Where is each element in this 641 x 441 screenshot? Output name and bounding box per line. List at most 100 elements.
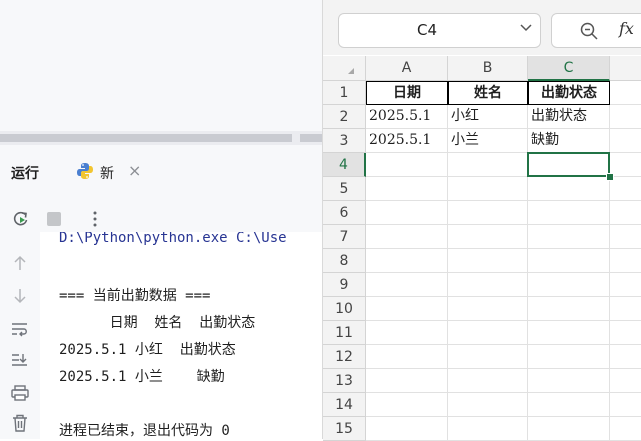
cell-a6[interactable] xyxy=(366,201,448,225)
cell-d14[interactable] xyxy=(610,393,641,417)
cell-a8[interactable] xyxy=(366,249,448,273)
row-header-9[interactable]: 9 xyxy=(323,273,366,297)
cell-a5[interactable] xyxy=(366,177,448,201)
row-header-4[interactable]: 4 xyxy=(323,153,366,177)
cell-b9[interactable] xyxy=(448,273,528,297)
scroll-to-end-button[interactable] xyxy=(9,349,31,371)
cell-c5[interactable] xyxy=(528,177,610,201)
cell-c13[interactable] xyxy=(528,369,610,393)
cell-c7[interactable] xyxy=(528,225,610,249)
cell-a13[interactable] xyxy=(366,369,448,393)
cell-a10[interactable] xyxy=(366,297,448,321)
row-header-15[interactable]: 15 xyxy=(323,417,366,441)
row-header-13[interactable]: 13 xyxy=(323,369,366,393)
cell-b13[interactable] xyxy=(448,369,528,393)
cell-a14[interactable] xyxy=(366,393,448,417)
insert-function-button[interactable]: fx xyxy=(619,19,634,38)
row-header-7[interactable]: 7 xyxy=(323,225,366,249)
name-box[interactable]: C4 xyxy=(338,13,541,48)
row-header-10[interactable]: 10 xyxy=(323,297,366,321)
print-button[interactable] xyxy=(9,382,31,404)
cell-c1[interactable]: 出勤状态 xyxy=(528,81,610,105)
cell-d2[interactable] xyxy=(610,105,641,129)
column-header-c[interactable]: C xyxy=(528,56,610,81)
cell-a15[interactable] xyxy=(366,417,448,441)
cell-d1[interactable] xyxy=(610,81,641,105)
cell-d4[interactable] xyxy=(610,153,641,177)
cell-b4[interactable] xyxy=(448,153,528,177)
cell-b8[interactable] xyxy=(448,249,528,273)
cell-c3[interactable]: 缺勤 xyxy=(528,129,610,153)
cell-d7[interactable] xyxy=(610,225,641,249)
row-header-2[interactable]: 2 xyxy=(323,105,366,129)
cell-grid[interactable]: A B C 1 日期 姓名 出勤状态 2 2025.5.1 小红 出勤状态 3 2025.5.1 小兰 缺勤… xyxy=(323,56,641,441)
cell-a4[interactable] xyxy=(366,153,448,177)
fill-handle[interactable] xyxy=(606,173,614,181)
cell-a11[interactable] xyxy=(366,321,448,345)
cell-a1[interactable]: 日期 xyxy=(366,81,448,105)
row-header-12[interactable]: 12 xyxy=(323,345,366,369)
cell-b12[interactable] xyxy=(448,345,528,369)
cell-b1[interactable]: 姓名 xyxy=(448,81,528,105)
horizontal-scrollbar[interactable] xyxy=(0,131,322,145)
row-header-5[interactable]: 5 xyxy=(323,177,366,201)
cell-a9[interactable] xyxy=(366,273,448,297)
cell-a3[interactable]: 2025.5.1 xyxy=(366,129,448,153)
cell-c12[interactable] xyxy=(528,345,610,369)
console-output[interactable]: D:\Python\python.exe C:\Use === 当前出勤数据 =… xyxy=(40,232,322,439)
run-tab[interactable]: 新 × xyxy=(62,152,158,190)
row-header-14[interactable]: 14 xyxy=(323,393,366,417)
scrollbar-thumb-secondary[interactable] xyxy=(300,134,322,142)
cell-d9[interactable] xyxy=(610,273,641,297)
cell-d10[interactable] xyxy=(610,297,641,321)
rerun-button[interactable] xyxy=(10,208,32,230)
cell-d5[interactable] xyxy=(610,177,641,201)
cell-a12[interactable] xyxy=(366,345,448,369)
cell-b2[interactable]: 小红 xyxy=(448,105,528,129)
close-icon[interactable]: × xyxy=(128,161,141,180)
zoom-icon[interactable] xyxy=(580,22,598,40)
cell-b15[interactable] xyxy=(448,417,528,441)
cell-c11[interactable] xyxy=(528,321,610,345)
cell-d3[interactable] xyxy=(610,129,641,153)
column-header-a[interactable]: A xyxy=(366,56,448,81)
scroll-up-button[interactable] xyxy=(9,252,31,274)
cell-a7[interactable] xyxy=(366,225,448,249)
row-header-8[interactable]: 8 xyxy=(323,249,366,273)
cell-b10[interactable] xyxy=(448,297,528,321)
row-header-11[interactable]: 11 xyxy=(323,321,366,345)
cell-c15[interactable] xyxy=(528,417,610,441)
scrollbar-thumb[interactable] xyxy=(0,134,292,142)
cell-c4[interactable] xyxy=(528,153,610,177)
cell-b3[interactable]: 小兰 xyxy=(448,129,528,153)
chevron-down-icon[interactable] xyxy=(520,24,532,32)
cell-d11[interactable] xyxy=(610,321,641,345)
stop-button[interactable] xyxy=(43,208,65,230)
cell-d13[interactable] xyxy=(610,369,641,393)
row-header-1[interactable]: 1 xyxy=(323,81,366,105)
cell-c2[interactable]: 出勤状态 xyxy=(528,105,610,129)
cell-d8[interactable] xyxy=(610,249,641,273)
cell-d12[interactable] xyxy=(610,345,641,369)
clear-all-button[interactable] xyxy=(9,412,31,434)
column-header-d[interactable] xyxy=(610,56,641,81)
cell-b7[interactable] xyxy=(448,225,528,249)
cell-b5[interactable] xyxy=(448,177,528,201)
row-header-3[interactable]: 3 xyxy=(323,129,366,153)
row-header-6[interactable]: 6 xyxy=(323,201,366,225)
cell-c14[interactable] xyxy=(528,393,610,417)
cell-a2[interactable]: 2025.5.1 xyxy=(366,105,448,129)
cell-b6[interactable] xyxy=(448,201,528,225)
scroll-down-button[interactable] xyxy=(9,285,31,307)
cell-d15[interactable] xyxy=(610,417,641,441)
cell-b14[interactable] xyxy=(448,393,528,417)
select-all-corner[interactable] xyxy=(323,56,366,81)
cell-c10[interactable] xyxy=(528,297,610,321)
soft-wrap-button[interactable] xyxy=(9,318,31,340)
cell-c6[interactable] xyxy=(528,201,610,225)
cell-c9[interactable] xyxy=(528,273,610,297)
cell-d6[interactable] xyxy=(610,201,641,225)
more-options-button[interactable] xyxy=(84,208,106,230)
cell-b11[interactable] xyxy=(448,321,528,345)
cell-c8[interactable] xyxy=(528,249,610,273)
